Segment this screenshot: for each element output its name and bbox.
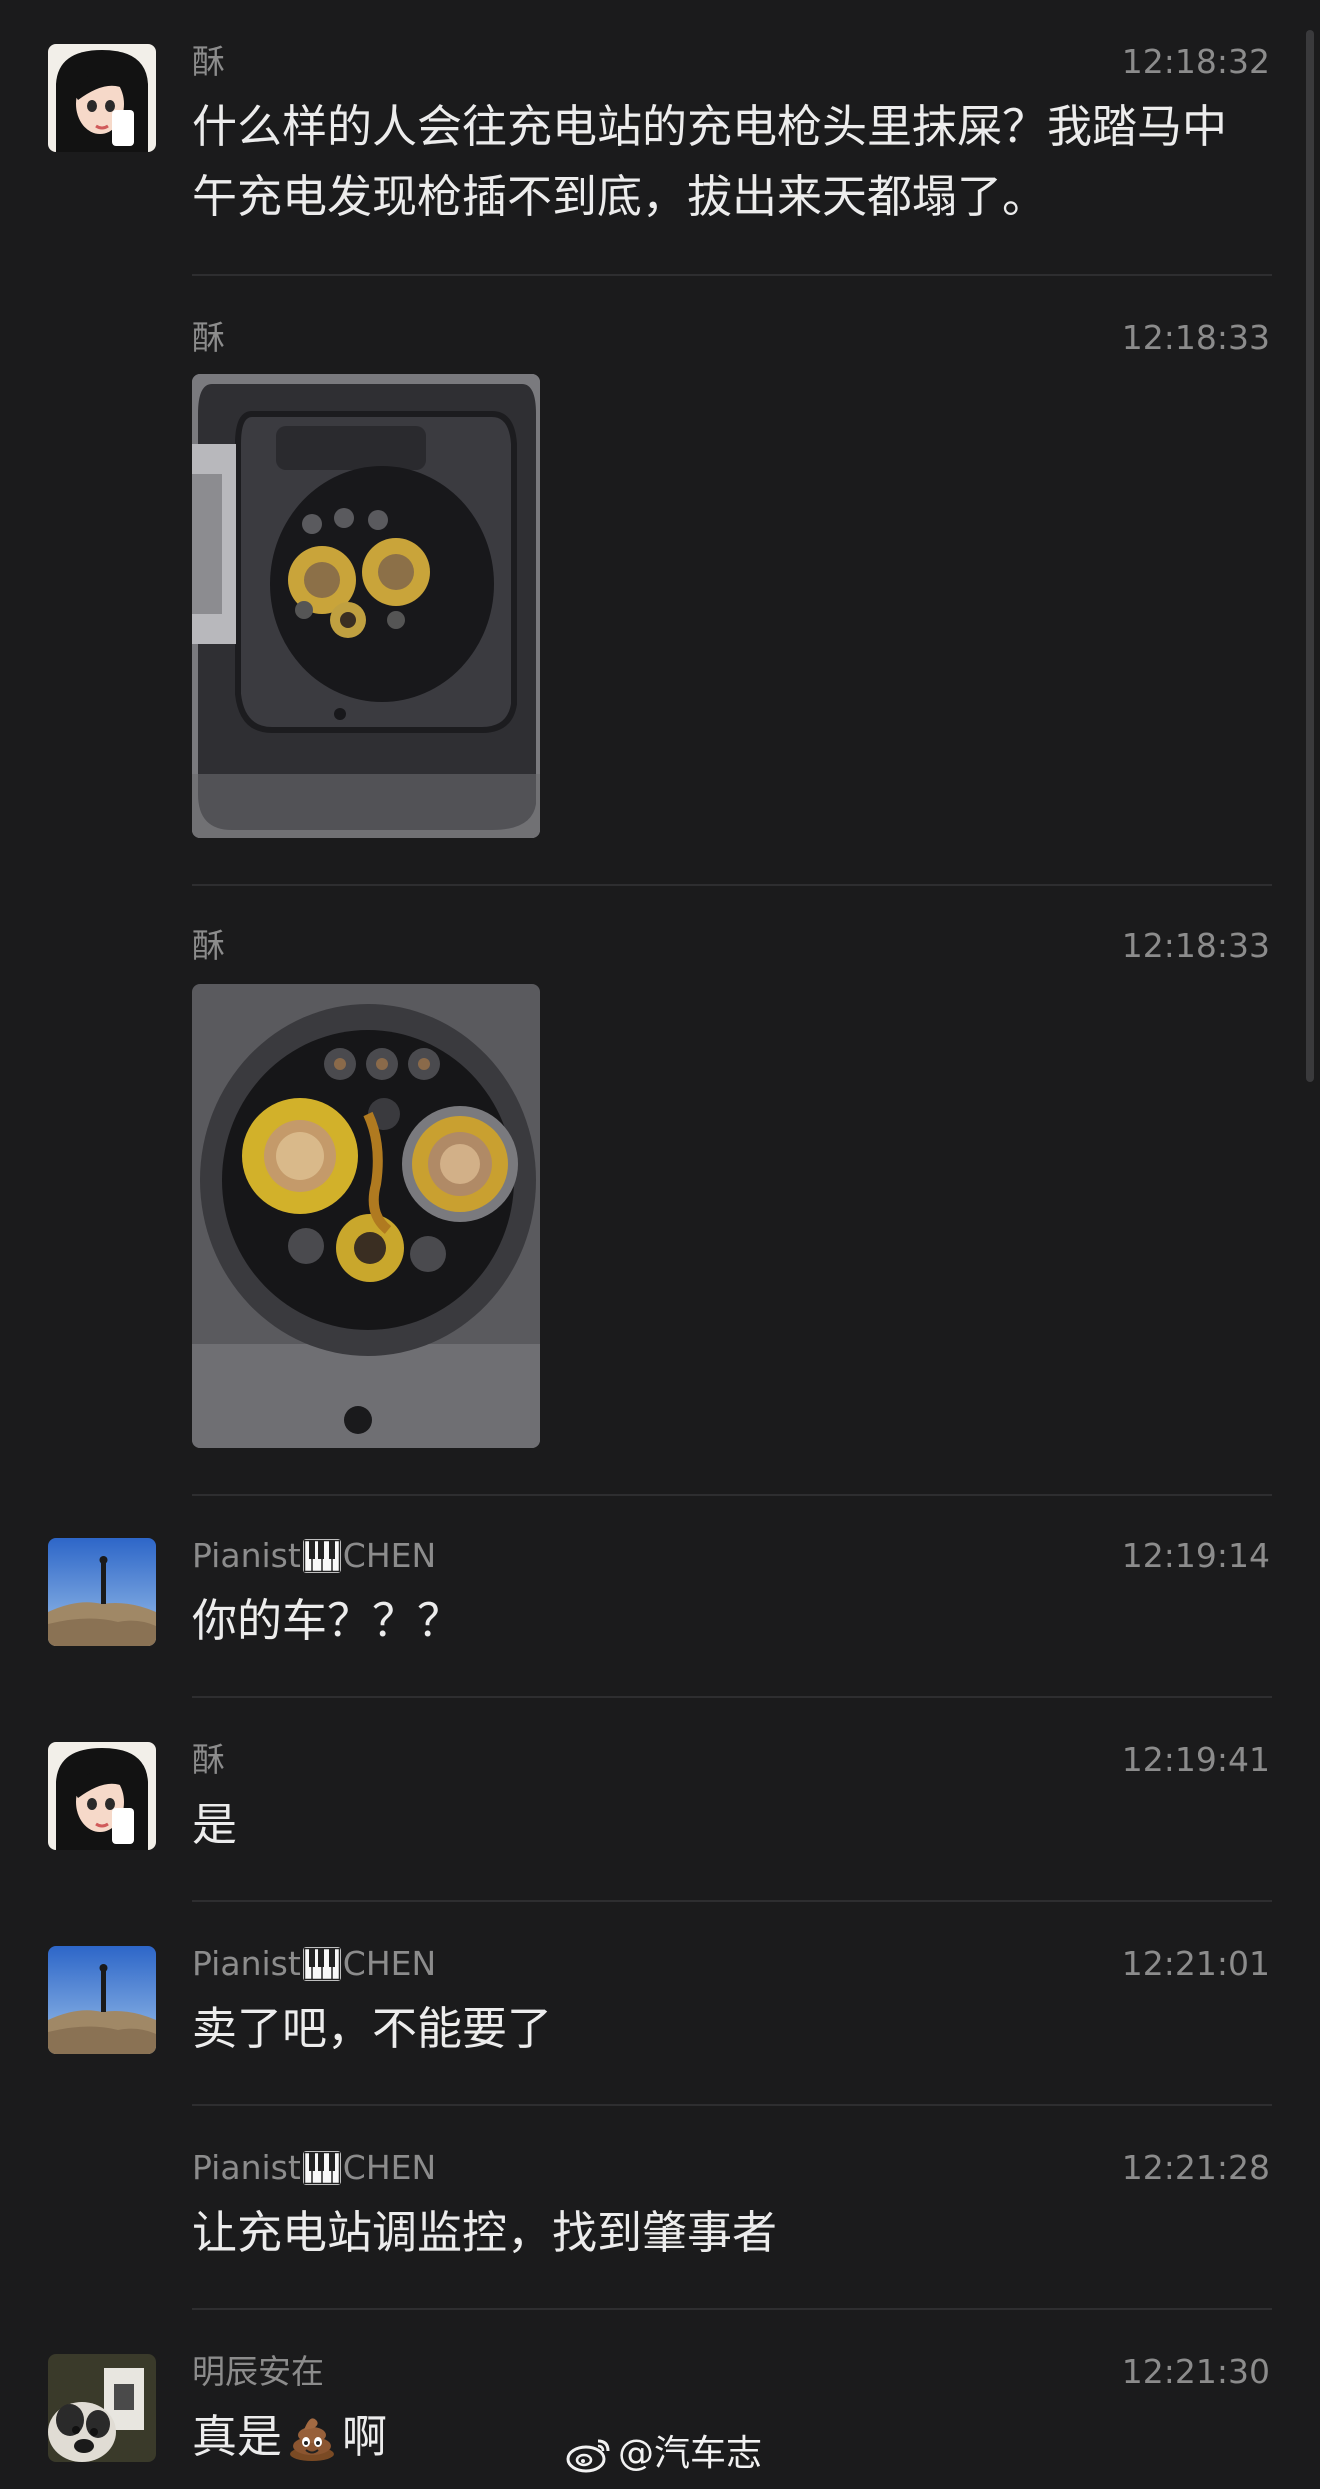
sender-name-part: Pianist	[192, 1944, 301, 1983]
timestamp: 12:21:30	[1121, 2352, 1270, 2391]
sender-name-part: CHEN	[342, 2148, 437, 2187]
sender-name-part: Pianist	[192, 1536, 301, 1575]
sender-name: 酥	[192, 1740, 225, 1779]
sender-name: Pianist CHEN	[192, 1536, 436, 1576]
sender-name: 酥	[192, 318, 225, 357]
piano-keys-icon	[302, 2151, 341, 2185]
sender-name: Pianist CHEN	[192, 2148, 436, 2188]
timestamp: 12:18:33	[1121, 318, 1270, 357]
divider	[192, 2104, 1272, 2106]
timestamp: 12:19:14	[1121, 1536, 1270, 1575]
divider	[192, 884, 1272, 886]
divider	[192, 1494, 1272, 1496]
weibo-logo-icon	[566, 2435, 612, 2473]
timestamp: 12:21:28	[1121, 2148, 1270, 2187]
divider	[192, 1900, 1272, 1902]
sender-name: 明辰安在	[192, 2352, 324, 2391]
sender-name-part: CHEN	[342, 1944, 437, 1983]
piano-keys-icon	[302, 1947, 341, 1981]
watermark-text: @汽车志	[618, 2433, 763, 2474]
message-text-part: 真是	[192, 2410, 283, 2463]
avatar-pianist-chen[interactable]	[48, 1946, 156, 2054]
divider	[192, 2308, 1272, 2310]
timestamp: 12:18:32	[1121, 42, 1270, 81]
photo-charging-port-1[interactable]	[192, 374, 540, 838]
sender-name: 酥	[192, 926, 225, 965]
message-text: 什么样的人会往充电站的充电枪头里抹屎？我踏马中午充电发现枪插不到底，拔出来天都塌…	[192, 100, 1228, 223]
watermark: @汽车志	[566, 2430, 762, 2478]
avatar-mingchen[interactable]	[48, 2354, 156, 2462]
sender-name: Pianist CHEN	[192, 1944, 436, 1984]
chat-history[interactable]: 酥 12:18:32 什么样的人会往充电站的充电枪头里抹屎？我踏马中午充电发现枪…	[0, 0, 1320, 2489]
avatar-pianist-chen[interactable]	[48, 1538, 156, 1646]
photo-charging-port-2[interactable]	[192, 984, 540, 1448]
message-text: 是	[192, 1798, 238, 1851]
timestamp: 12:18:33	[1121, 926, 1270, 965]
pile-of-poo-icon	[286, 2410, 338, 2462]
sender-name-part: CHEN	[342, 1536, 437, 1575]
timestamp: 12:21:01	[1121, 1944, 1270, 1983]
timestamp: 12:19:41	[1121, 1740, 1270, 1779]
message-text-part: 啊	[342, 2410, 388, 2463]
divider	[192, 1696, 1272, 1698]
avatar-su[interactable]	[48, 1742, 156, 1850]
message-text: 卖了吧，不能要了	[192, 2002, 553, 2055]
sender-name-part: Pianist	[192, 2148, 301, 2187]
divider	[192, 274, 1272, 276]
message-text: 你的车？？？	[192, 1594, 463, 1647]
piano-keys-icon	[302, 1539, 341, 1573]
message-text: 让充电站调监控，找到肇事者	[192, 2206, 778, 2259]
scrollbar[interactable]	[1306, 30, 1314, 1082]
avatar-su[interactable]	[48, 44, 156, 152]
sender-name: 酥	[192, 42, 225, 81]
